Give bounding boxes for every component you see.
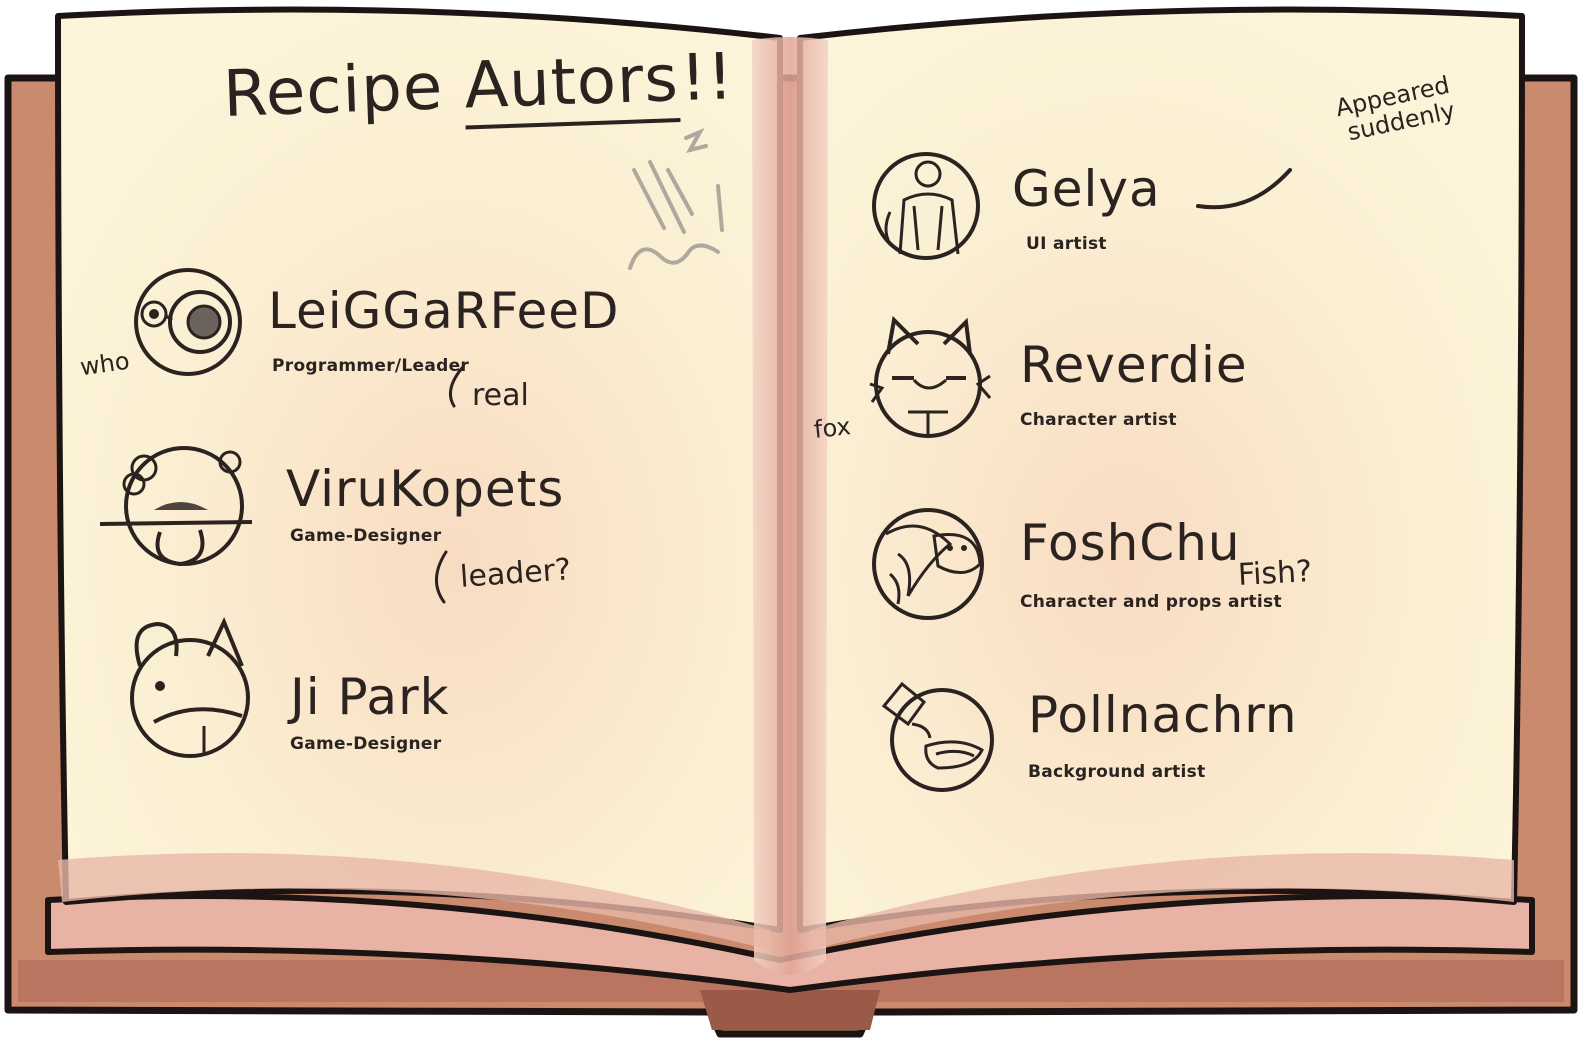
fox-avatar-icon xyxy=(866,314,994,442)
title-underlined: Autors xyxy=(463,42,681,130)
title-main: Recipe xyxy=(222,50,445,132)
author-name: LeiGGaRFeeD xyxy=(268,282,620,340)
author-name: Reverdie xyxy=(1020,336,1248,394)
book-gutter xyxy=(752,37,828,975)
fish-avatar-icon xyxy=(868,504,992,622)
axolotl-avatar-icon xyxy=(100,440,260,576)
author-role: Game-Designer xyxy=(290,526,442,546)
potion-avatar-icon xyxy=(878,676,998,794)
person-avatar-icon xyxy=(870,150,982,262)
author-name: Ji Park xyxy=(290,668,450,726)
author-role: Programmer/Leader xyxy=(272,356,470,376)
author-name: Pollnachrn xyxy=(1028,686,1298,744)
author-role: Character and props artist xyxy=(1020,592,1282,612)
author-role: UI artist xyxy=(1026,234,1107,254)
author-name: Gelya xyxy=(1012,160,1161,218)
side-note: fox xyxy=(812,412,852,444)
mouse-avatar-icon xyxy=(124,616,254,760)
book-scene: Recipe Autors!! LeiGGaRFeeD Programmer/L… xyxy=(0,0,1584,1060)
author-role: Character artist xyxy=(1020,410,1177,430)
eye-avatar-icon xyxy=(130,264,246,380)
author-role: Game-Designer xyxy=(290,734,442,754)
author-name: FoshChu xyxy=(1020,514,1241,572)
author-role: Background artist xyxy=(1028,762,1206,782)
aside-note: real xyxy=(472,378,529,413)
aside-note: Fish? xyxy=(1237,554,1313,593)
author-name: ViruKopets xyxy=(286,460,565,518)
title-exclaim: !! xyxy=(679,40,736,116)
